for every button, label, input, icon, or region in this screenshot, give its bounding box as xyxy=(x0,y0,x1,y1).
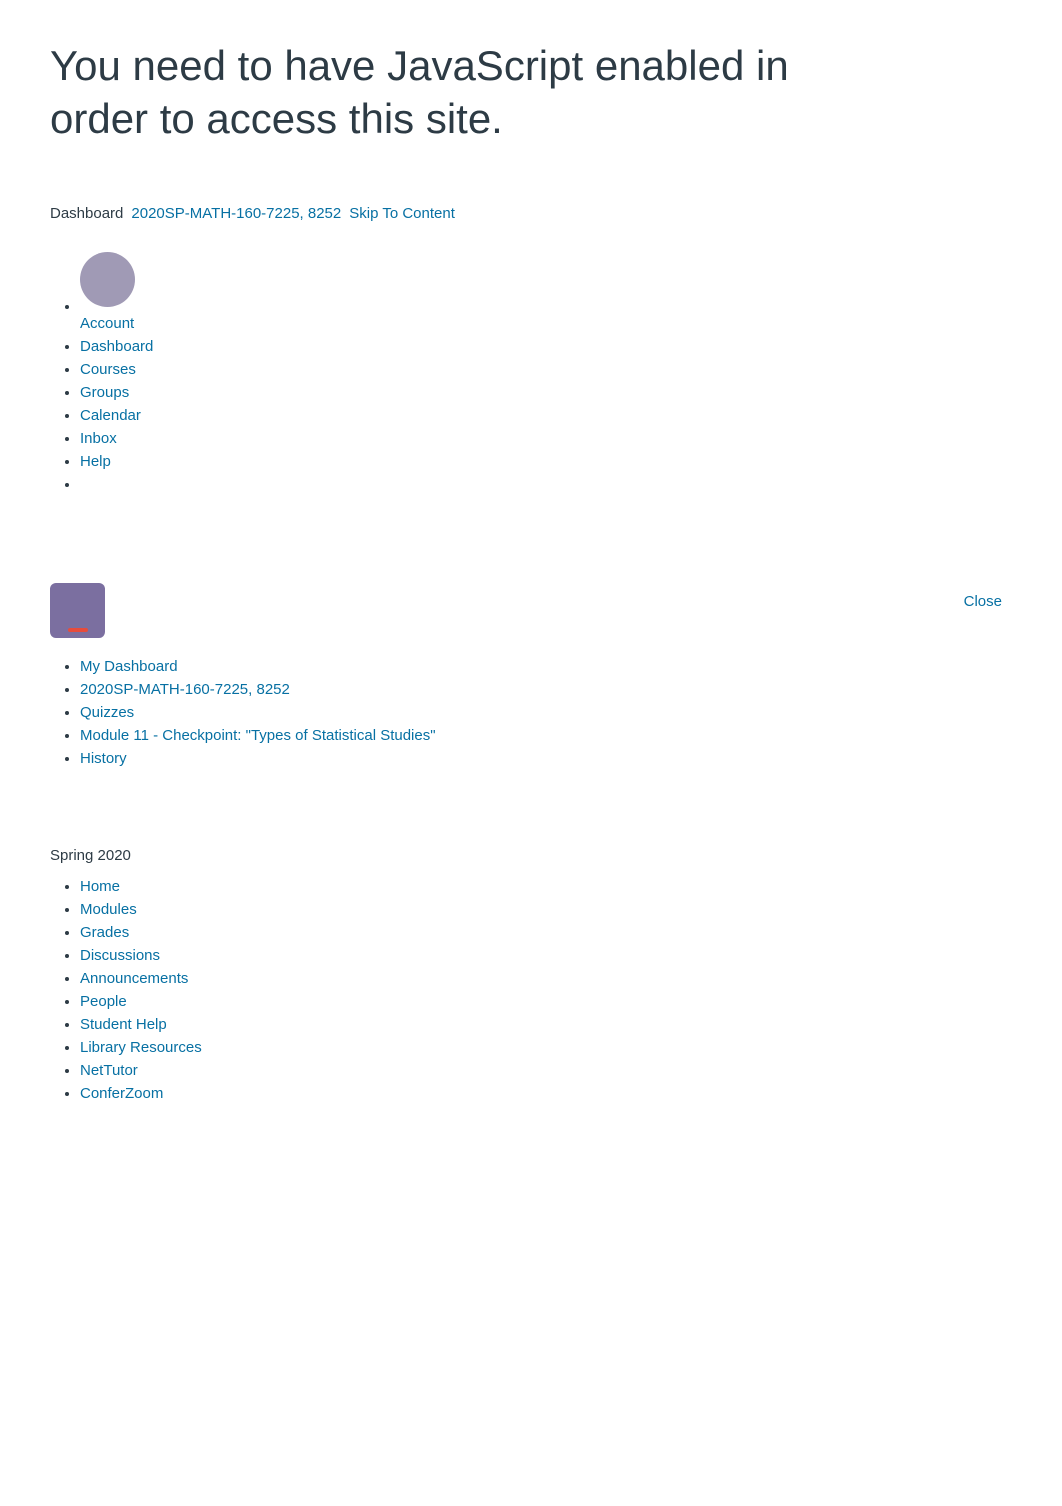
user-nav-link-history[interactable]: History xyxy=(80,750,127,767)
course-nav-item-conferzoom: ConferZoom xyxy=(80,1085,1012,1102)
user-nav-item-history: History xyxy=(80,750,1012,767)
course-nav-link-people[interactable]: People xyxy=(80,993,127,1010)
course-nav-item-modules: Modules xyxy=(80,901,1012,918)
main-heading: You need to have JavaScript enabled in o… xyxy=(50,40,850,145)
breadcrumb-course-link[interactable]: 2020SP-MATH-160-7225, 8252 xyxy=(131,205,341,222)
course-nav-link-modules[interactable]: Modules xyxy=(80,901,137,918)
nav-link-inbox[interactable]: Inbox xyxy=(80,430,117,447)
user-nav-link-dashboard[interactable]: My Dashboard xyxy=(80,658,178,675)
global-nav-list: Account Dashboard Courses Groups Calenda… xyxy=(50,252,1012,493)
global-nav-item-calendar: Calendar xyxy=(80,407,1012,424)
user-nav-link-course[interactable]: 2020SP-MATH-160-7225, 8252 xyxy=(80,681,290,698)
breadcrumb-skip-link[interactable]: Skip To Content xyxy=(349,205,455,222)
course-nav-item-library: Library Resources xyxy=(80,1039,1012,1056)
global-nav-empty-item xyxy=(80,476,1012,493)
course-nav-item-student-help: Student Help xyxy=(80,1016,1012,1033)
course-nav-item-nettutor: NetTutor xyxy=(80,1062,1012,1079)
nav-link-calendar[interactable]: Calendar xyxy=(80,407,141,424)
spacer-middle xyxy=(50,797,1012,837)
close-area: Close xyxy=(50,583,1012,638)
course-nav-item-grades: Grades xyxy=(80,924,1012,941)
nav-link-dashboard[interactable]: Dashboard xyxy=(80,338,153,355)
breadcrumb: Dashboard 2020SP-MATH-160-7225, 8252 Ski… xyxy=(50,205,1012,222)
nav-link-groups[interactable]: Groups xyxy=(80,384,129,401)
course-nav-link-discussions[interactable]: Discussions xyxy=(80,947,160,964)
global-nav-item-dashboard: Dashboard xyxy=(80,338,1012,355)
user-nav-item-module: Module 11 - Checkpoint: "Types of Statis… xyxy=(80,727,1012,744)
user-nav-item-course: 2020SP-MATH-160-7225, 8252 xyxy=(80,681,1012,698)
course-nav-item-announcements: Announcements xyxy=(80,970,1012,987)
global-nav-item-courses: Courses xyxy=(80,361,1012,378)
avatar xyxy=(80,252,135,307)
course-nav-link-grades[interactable]: Grades xyxy=(80,924,129,941)
user-nav-item-quizzes: Quizzes xyxy=(80,704,1012,721)
user-nav-list: My Dashboard 2020SP-MATH-160-7225, 8252 … xyxy=(50,658,1012,767)
course-nav-link-home[interactable]: Home xyxy=(80,878,120,895)
page-container: You need to have JavaScript enabled in o… xyxy=(0,0,1062,1182)
account-link[interactable]: Account xyxy=(80,315,134,332)
user-avatar xyxy=(50,583,105,638)
global-nav-avatar-item: Account xyxy=(80,252,1012,332)
close-button[interactable]: Close xyxy=(964,593,1002,610)
user-nav-section: My Dashboard 2020SP-MATH-160-7225, 8252 … xyxy=(50,658,1012,767)
course-nav-link-nettutor[interactable]: NetTutor xyxy=(80,1062,138,1079)
course-nav-item-discussions: Discussions xyxy=(80,947,1012,964)
course-nav-link-announcements[interactable]: Announcements xyxy=(80,970,188,987)
course-nav-item-people: People xyxy=(80,993,1012,1010)
course-nav-list: Home Modules Grades Discussions Announce… xyxy=(50,878,1012,1102)
course-section: Spring 2020 Home Modules Grades Discussi… xyxy=(50,847,1012,1102)
course-nav-item-home: Home xyxy=(80,878,1012,895)
nav-link-help[interactable]: Help xyxy=(80,453,111,470)
global-nav-item-help: Help xyxy=(80,453,1012,470)
global-nav-item-groups: Groups xyxy=(80,384,1012,401)
course-nav-link-student-help[interactable]: Student Help xyxy=(80,1016,167,1033)
user-nav-link-quizzes[interactable]: Quizzes xyxy=(80,704,134,721)
global-nav-item-inbox: Inbox xyxy=(80,430,1012,447)
semester-label: Spring 2020 xyxy=(50,847,1012,864)
course-nav-link-conferzoom[interactable]: ConferZoom xyxy=(80,1085,163,1102)
user-nav-item-dashboard: My Dashboard xyxy=(80,658,1012,675)
global-nav-section: Account Dashboard Courses Groups Calenda… xyxy=(50,252,1012,493)
breadcrumb-dashboard: Dashboard xyxy=(50,205,123,222)
course-nav-link-library[interactable]: Library Resources xyxy=(80,1039,202,1056)
user-nav-link-module[interactable]: Module 11 - Checkpoint: "Types of Statis… xyxy=(80,727,436,744)
spacer-top xyxy=(50,523,1012,583)
nav-link-courses[interactable]: Courses xyxy=(80,361,136,378)
